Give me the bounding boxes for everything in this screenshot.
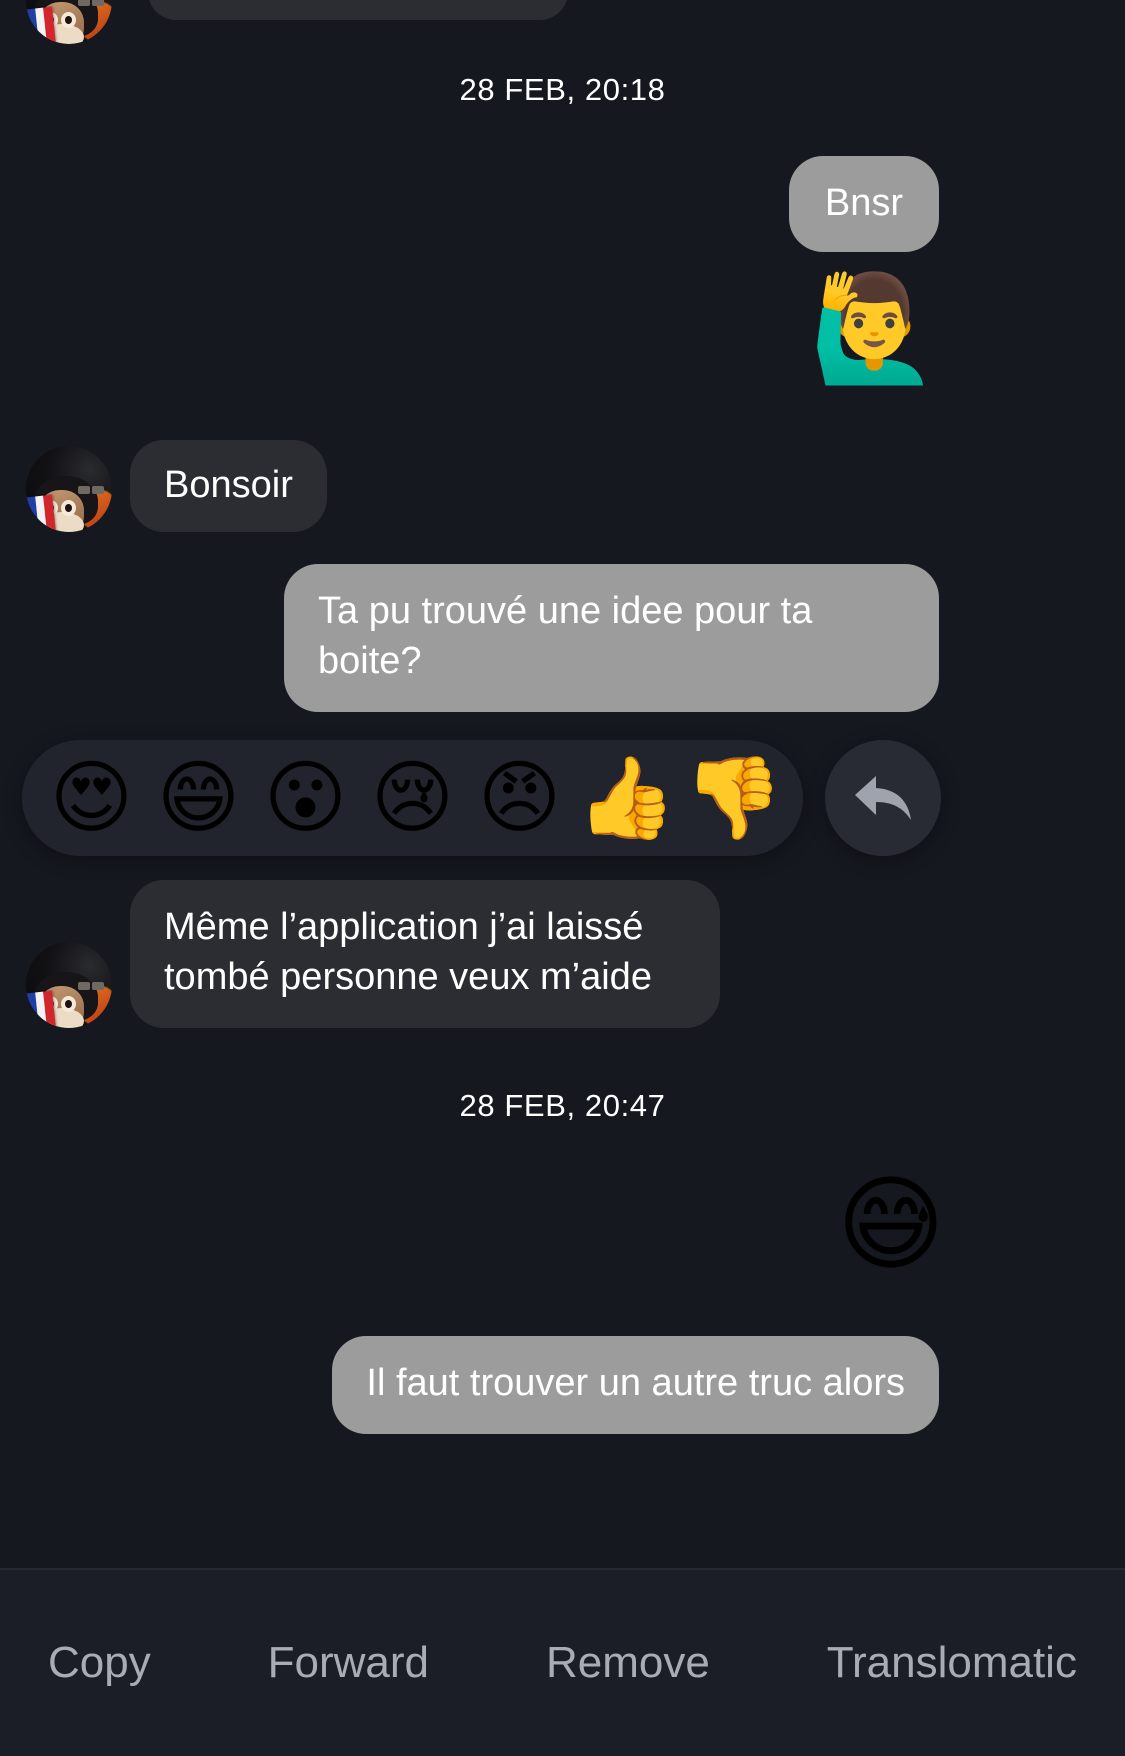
french-flag-badge-icon	[26, 991, 56, 1029]
message-row-incoming-application: Même l’application j’ai laissé tombé per…	[26, 880, 720, 1029]
avatar-goggle-right	[92, 982, 104, 991]
translomatic-button[interactable]: Translomatic	[821, 1628, 1083, 1698]
message-bubble-incoming-application[interactable]: Même l’application j’ai laissé tombé per…	[130, 880, 720, 1029]
date-separator-2: 28 FEB, 20:47	[459, 1088, 666, 1123]
chat-screen: 28 FEB, 20:18 Bnsr 🙋‍♂️ Bonsoir Ta pu tr…	[0, 0, 1125, 1756]
avatar-goggle-left	[78, 0, 90, 6]
avatar-dog-pupil-right	[65, 16, 72, 24]
message-emoji-grinning-face-with-sweat[interactable]: 😅	[837, 1172, 945, 1276]
avatar-goggle-right	[92, 0, 104, 6]
avatar-goggle-left	[78, 982, 90, 991]
avatar-goggle-left	[78, 486, 90, 495]
reply-arrow-icon	[852, 772, 914, 824]
reaction-picker: 😍 😄 😮 😢 😠 👍 👎	[22, 740, 941, 856]
avatar-application[interactable]	[26, 942, 112, 1029]
avatar-top-partial[interactable]	[26, 0, 112, 44]
message-bubble-outgoing-autre-truc[interactable]: Il faut trouver un autre truc alors	[332, 1336, 939, 1435]
partial-incoming-bubble[interactable]	[148, 0, 568, 20]
reaction-bar: 😍 😄 😮 😢 😠 👍 👎	[22, 740, 803, 856]
open-mouth-reaction[interactable]: 😮	[252, 740, 359, 856]
thumbs-up-reaction[interactable]: 👍	[573, 740, 680, 856]
copy-button[interactable]: Copy	[42, 1628, 157, 1698]
french-flag-badge-icon	[26, 6, 56, 44]
reply-button[interactable]	[825, 740, 941, 856]
thumbs-down-reaction[interactable]: 👎	[680, 740, 787, 856]
partial-message-row-top	[0, 0, 1125, 24]
avatar-goggle-right	[92, 486, 104, 495]
heart-eyes-reaction[interactable]: 😍	[38, 740, 145, 856]
action-bar: Copy Forward Remove Translomatic	[0, 1568, 1125, 1756]
message-bubble-outgoing-bnsr[interactable]: Bnsr	[788, 156, 939, 253]
grinning-smile-reaction[interactable]: 😄	[145, 740, 252, 856]
remove-button[interactable]: Remove	[540, 1628, 716, 1698]
french-flag-badge-icon	[26, 494, 56, 533]
date-separator-1: 28 FEB, 20:18	[459, 72, 666, 107]
message-bubble-incoming-bonsoir[interactable]: Bonsoir	[130, 440, 327, 533]
message-row-incoming-bonsoir: Bonsoir	[26, 440, 327, 533]
forward-button[interactable]: Forward	[262, 1628, 435, 1698]
message-bubble-outgoing-idee[interactable]: Ta pu trouvé une idee pour ta boite?	[284, 564, 939, 713]
message-emoji-man-raising-hand[interactable]: 🙋‍♂️	[810, 276, 940, 380]
angry-face-reaction[interactable]: 😠	[466, 740, 573, 856]
crying-face-reaction[interactable]: 😢	[359, 740, 466, 856]
avatar-bonsoir[interactable]	[26, 446, 112, 533]
